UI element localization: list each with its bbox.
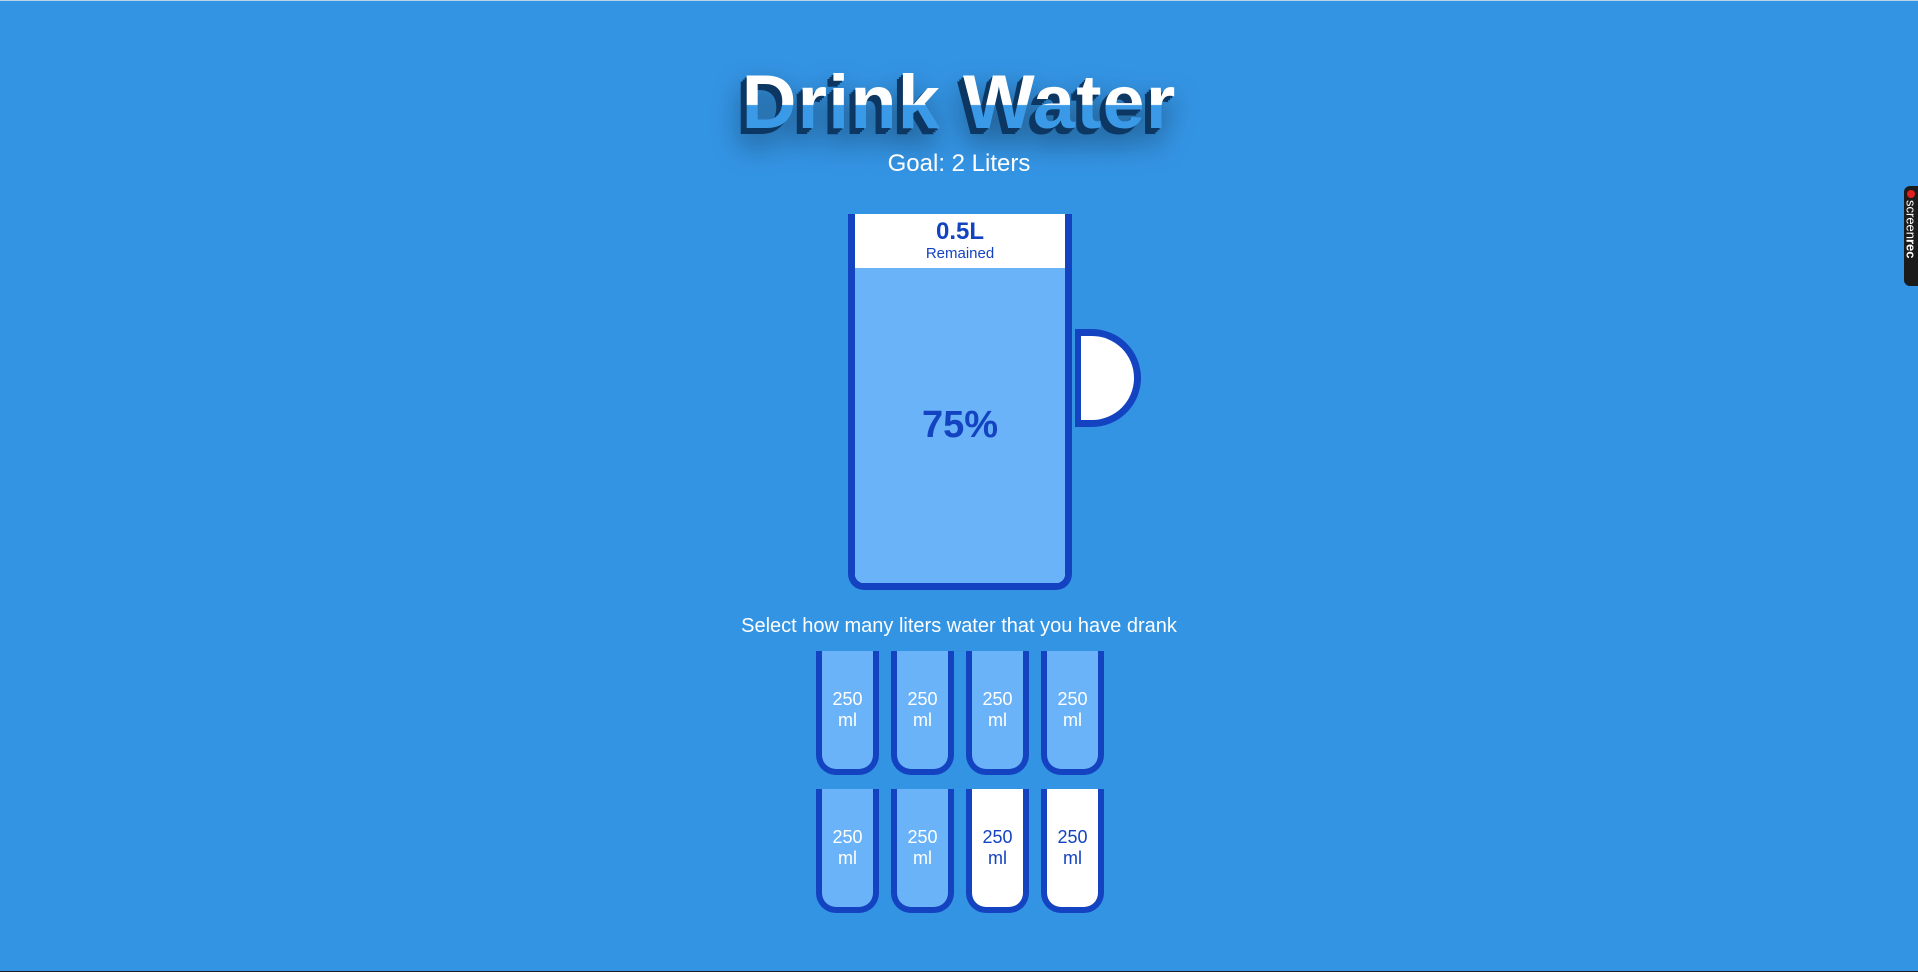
small-cup-5[interactable]: 250 ml [816,789,879,913]
small-cup-amount: 250 [907,827,938,847]
small-cup-4[interactable]: 250 ml [1041,651,1104,775]
small-cup-2[interactable]: 250 ml [891,651,954,775]
drink-water-app: Drink Water Goal: 2 Liters 0.5L Remained… [0,1,1918,972]
remained-amount: 0.5L [935,218,985,245]
goal-text: Goal: 2 Liters [887,150,1031,177]
small-cup-7[interactable]: 250 ml [966,789,1029,913]
remained-section: 0.5L Remained [855,214,1065,268]
small-cup-unit: ml [913,710,932,730]
small-cups-grid: 250 ml 250 ml 250 ml 250 ml 250 ml 250 m… [816,651,1106,913]
small-cup-unit: ml [838,848,857,868]
small-cup-1[interactable]: 250 ml [816,651,879,775]
small-cup-amount: 250 [1057,827,1088,847]
instruction-text: Select how many liters water that you ha… [741,615,1177,637]
screenrec-text-bold: rec [1904,239,1918,259]
small-cup-3[interactable]: 250 ml [966,651,1029,775]
small-cup-unit: ml [1063,848,1082,868]
small-cup-unit: ml [913,848,932,868]
screenrec-text-light: screen [1904,200,1918,240]
screenrec-badge[interactable]: screen rec [1904,186,1918,286]
small-cup-8[interactable]: 250 ml [1041,789,1104,913]
small-cup-amount: 250 [982,689,1013,709]
small-cup-amount: 250 [907,689,938,709]
small-cup-amount: 250 [982,827,1013,847]
big-cup: 0.5L Remained 75% [848,214,1072,590]
small-cup-unit: ml [988,848,1007,868]
remained-label: Remained [925,245,995,262]
page-title: Drink Water [0,63,1918,143]
small-cup-6[interactable]: 250 ml [891,789,954,913]
record-dot-icon [1907,190,1915,198]
small-cup-unit: ml [1063,710,1082,730]
percentage-fill: 75% [855,268,1065,583]
cup-handle [1075,329,1141,427]
small-cup-unit: ml [838,710,857,730]
small-cup-amount: 250 [1057,689,1088,709]
small-cup-amount: 250 [832,827,863,847]
small-cup-amount: 250 [832,689,863,709]
small-cup-unit: ml [988,710,1007,730]
